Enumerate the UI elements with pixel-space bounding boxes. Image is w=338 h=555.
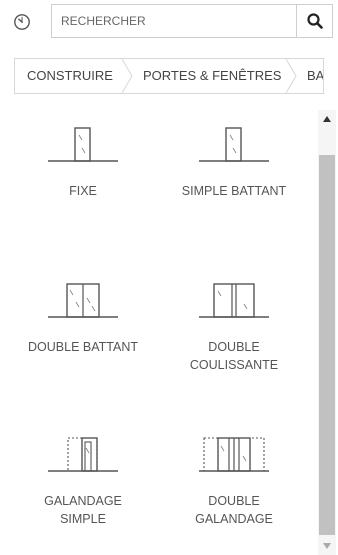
breadcrumb-item-current[interactable]: BA bbox=[307, 59, 323, 93]
item-double-galandage[interactable]: DOUBLE GALANDAGE bbox=[159, 436, 309, 528]
search-input[interactable] bbox=[52, 5, 297, 37]
scroll-up-button[interactable] bbox=[318, 110, 336, 128]
item-label: GALANDAGE SIMPLE bbox=[44, 494, 122, 526]
search-button[interactable] bbox=[296, 5, 332, 37]
search-icon bbox=[306, 13, 323, 29]
item-label: SIMPLE BATTANT bbox=[181, 184, 287, 198]
arrow-up-icon bbox=[323, 116, 331, 122]
single-pocket-door-icon bbox=[48, 437, 118, 472]
breadcrumb-separator-icon bbox=[285, 59, 297, 93]
item-double-battant[interactable]: DOUBLE BATTANT bbox=[8, 282, 158, 356]
fixed-window-icon bbox=[48, 127, 118, 162]
search-box bbox=[51, 4, 333, 38]
item-label: DOUBLE GALANDAGE bbox=[195, 494, 273, 526]
item-fixe[interactable]: FIXE bbox=[8, 126, 158, 200]
item-grid: FIXE SIMPLE BATTANT DOUBLE BATTANT DOUBL… bbox=[0, 110, 316, 555]
item-simple-battant[interactable]: SIMPLE BATTANT bbox=[159, 126, 309, 200]
breadcrumb-separator-icon bbox=[121, 59, 133, 93]
breadcrumb: CONSTRUIRE PORTES & FENÊTRES BA bbox=[14, 58, 324, 94]
clock-icon bbox=[14, 13, 30, 30]
item-label: DOUBLE COULISSANTE bbox=[189, 340, 279, 372]
item-double-coulissante[interactable]: DOUBLE COULISSANTE bbox=[159, 282, 309, 374]
item-label: DOUBLE BATTANT bbox=[28, 340, 138, 354]
double-pocket-door-icon bbox=[199, 437, 269, 472]
scroll-down-button[interactable] bbox=[318, 537, 336, 555]
history-button[interactable] bbox=[0, 0, 44, 43]
item-label: FIXE bbox=[69, 184, 97, 198]
single-hinged-door-icon bbox=[199, 127, 269, 162]
item-galandage-simple[interactable]: GALANDAGE SIMPLE bbox=[8, 436, 158, 528]
breadcrumb-item-construire[interactable]: CONSTRUIRE bbox=[27, 59, 113, 93]
double-sliding-door-icon bbox=[199, 283, 269, 318]
breadcrumb-item-portes-fenetres[interactable]: PORTES & FENÊTRES bbox=[143, 59, 281, 93]
scrollbar[interactable] bbox=[318, 110, 336, 555]
arrow-down-icon bbox=[323, 543, 331, 549]
toolbar bbox=[0, 0, 338, 43]
double-hinged-door-icon bbox=[48, 283, 118, 318]
scroll-thumb[interactable] bbox=[319, 155, 335, 535]
